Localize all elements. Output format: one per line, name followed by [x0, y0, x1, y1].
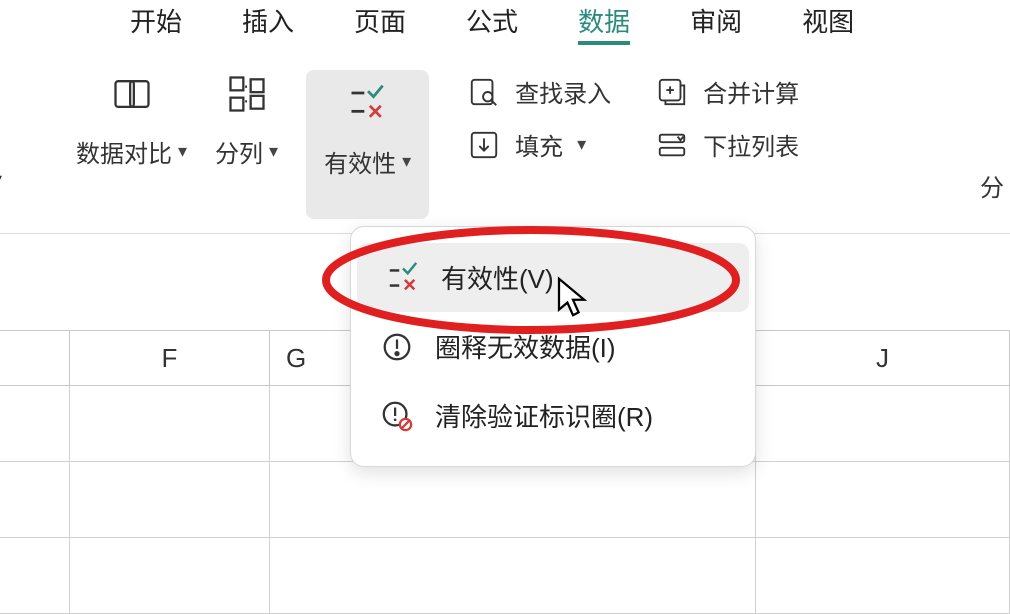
validity-icon [385, 260, 421, 296]
split-columns-group[interactable]: 分列 ▾ [215, 70, 278, 169]
dropdown-item-label: 圈释无效数据(I) [435, 328, 616, 365]
validity-button[interactable]: 有效性 ▾ [306, 70, 429, 219]
table-row[interactable] [0, 462, 1010, 538]
data-compare-icon [108, 70, 156, 118]
split-columns-icon [223, 70, 271, 118]
tab-view[interactable]: 视图 [802, 0, 854, 39]
validity-icon [344, 80, 392, 128]
tab-start[interactable]: 开始 [130, 0, 182, 39]
merge-calc-label: 合并计算 [703, 74, 799, 109]
find-input-icon [467, 75, 501, 109]
ribbon-side-col-1: 查找录入 填充 ▾ [461, 70, 617, 166]
chevron-down-icon: ▾ [402, 151, 411, 172]
tab-page[interactable]: 页面 [354, 0, 406, 39]
validity-label: 有效性 [324, 144, 396, 179]
find-input-button[interactable]: 查找录入 [461, 70, 617, 113]
table-row[interactable] [0, 538, 1010, 614]
dropdown-item-label: 有效性(V) [441, 259, 554, 296]
right-truncated-label: 分 [980, 168, 1004, 203]
chevron-down-icon: ▾ [577, 134, 586, 155]
tab-insert[interactable]: 插入 [242, 0, 294, 39]
circle-invalid-icon [379, 329, 415, 365]
dropdown-item-label: 清除验证标识圈(R) [435, 397, 653, 434]
col-header-J[interactable]: J [756, 331, 1010, 385]
fill-button[interactable]: 填充 ▾ [461, 123, 592, 166]
ribbon-side-col-2: 合并计算 下拉列表 [649, 70, 805, 166]
data-compare-label: 数据对比 [76, 134, 172, 169]
chevron-down-icon: ▾ [178, 141, 187, 162]
dropdown-list-label: 下拉列表 [703, 127, 799, 162]
validity-dropdown: 有效性(V) 圈释无效数据(I) 清除验证标识圈(R) [350, 226, 756, 467]
find-input-label: 查找录入 [515, 74, 611, 109]
dropdown-item-circle-invalid[interactable]: 圈释无效数据(I) [351, 312, 755, 381]
ribbon: ▾ 数据对比 ▾ 分列 ▾ [0, 42, 1010, 234]
merge-calc-icon [655, 75, 689, 109]
data-compare-group[interactable]: 数据对比 ▾ [76, 70, 187, 169]
merge-calc-button[interactable]: 合并计算 [649, 70, 805, 113]
tab-data[interactable]: 数据 [578, 0, 630, 39]
left-dropdown-stub[interactable]: ▾ [0, 166, 2, 195]
split-columns-label: 分列 [215, 134, 263, 169]
dropdown-item-validity[interactable]: 有效性(V) [357, 243, 749, 312]
chevron-down-icon: ▾ [269, 141, 278, 162]
dropdown-item-clear-circles[interactable]: 清除验证标识圈(R) [351, 381, 755, 450]
tab-formula[interactable]: 公式 [466, 0, 518, 39]
col-header-F[interactable]: F [70, 331, 270, 385]
fill-label: 填充 [515, 127, 563, 162]
fill-icon [467, 128, 501, 162]
menu-tabs: 开始 插入 页面 公式 数据 审阅 视图 [0, 0, 1010, 42]
dropdown-list-button[interactable]: 下拉列表 [649, 123, 805, 166]
tab-review[interactable]: 审阅 [690, 0, 742, 39]
clear-circles-icon [379, 398, 415, 434]
dropdown-list-icon [655, 128, 689, 162]
